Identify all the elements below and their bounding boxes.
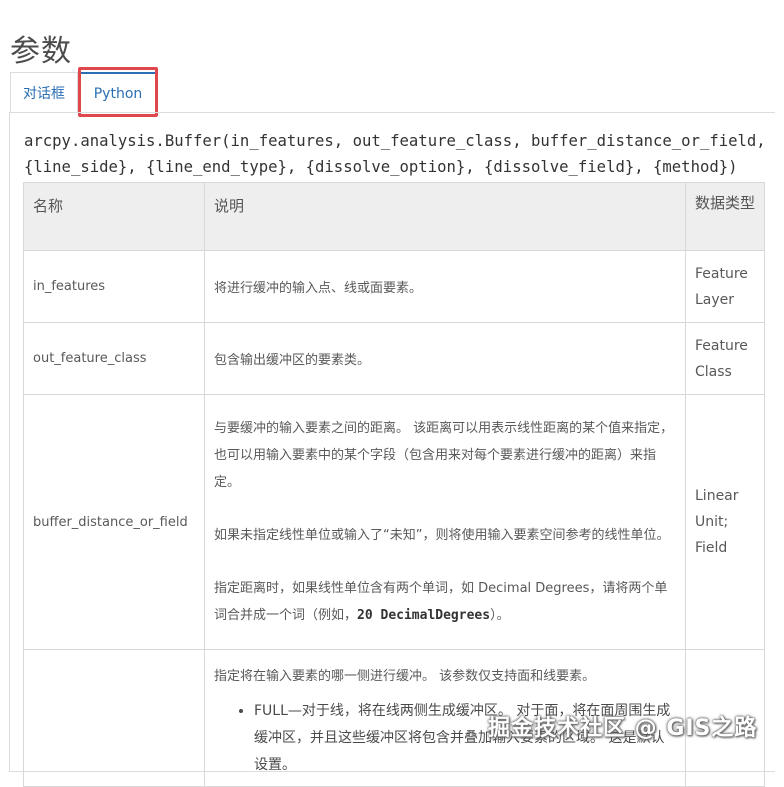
table-header-row: 名称 说明 数据类型 [23, 182, 765, 251]
description-paragraph: 指定将在输入要素的哪一侧进行缓冲。 该参数仅支持面和线要素。 [214, 669, 596, 684]
param-type-line: Layer [695, 291, 735, 308]
param-type-line: Feature [695, 337, 748, 354]
param-description: 与要缓冲的输入要素之间的距离。 该距离可以用表示线性距离的某个值来指定，也可以用… [204, 394, 686, 650]
table-row: buffer_distance_or_field 与要缓冲的输入要素之间的距离。… [23, 394, 765, 650]
description-paragraph: 与要缓冲的输入要素之间的距离。 该距离可以用表示线性距离的某个值来指定，也可以用… [214, 421, 674, 490]
param-name: out_feature_class [23, 322, 205, 395]
header-data-type: 数据类型 [685, 182, 765, 251]
param-description: 将进行缓冲的输入点、线或面要素。 [204, 250, 686, 323]
function-signature: arcpy.analysis.Buffer(in_features, out_f… [24, 132, 766, 176]
param-type-line: Field [695, 540, 728, 556]
header-description: 说明 [204, 182, 686, 251]
param-name [23, 649, 205, 787]
header-name: 名称 [23, 182, 205, 251]
param-type: Feature Layer [685, 250, 765, 323]
param-type-line: Unit; [695, 514, 729, 530]
param-type: Feature Class [685, 322, 765, 395]
table-row: in_features 将进行缓冲的输入点、线或面要素。 Feature Lay… [23, 250, 765, 323]
tab-highlight-box [78, 67, 158, 117]
param-description: 包含输出缓冲区的要素类。 [204, 322, 686, 395]
description-text: ）。 [490, 608, 510, 623]
table-row: out_feature_class 包含输出缓冲区的要素类。 Feature C… [23, 322, 765, 395]
param-type-line: Feature [695, 265, 748, 282]
code-example: 20 DecimalDegrees [357, 608, 491, 623]
watermark: 掘金技术社区 @ GIS之路 [488, 716, 758, 741]
page-title: 参数 [10, 34, 72, 70]
tab-dialog[interactable]: 对话框 [10, 72, 78, 112]
description-paragraph: 指定距离时，如果线性单位含有两个单词，如 Decimal Degrees，请将两… [214, 575, 676, 629]
param-type-line: Class [695, 363, 732, 380]
param-name: buffer_distance_or_field [23, 394, 205, 650]
parameters-table: 名称 说明 数据类型 in_features 将进行缓冲的输入点、线或面要素。 … [23, 182, 765, 787]
param-name: in_features [23, 250, 205, 323]
param-type-line: Linear [695, 488, 739, 504]
description-paragraph: 如果未指定线性单位或输入了“未知”，则将使用输入要素空间参考的线性单位。 [214, 528, 670, 543]
param-type: Linear Unit; Field [685, 394, 765, 650]
